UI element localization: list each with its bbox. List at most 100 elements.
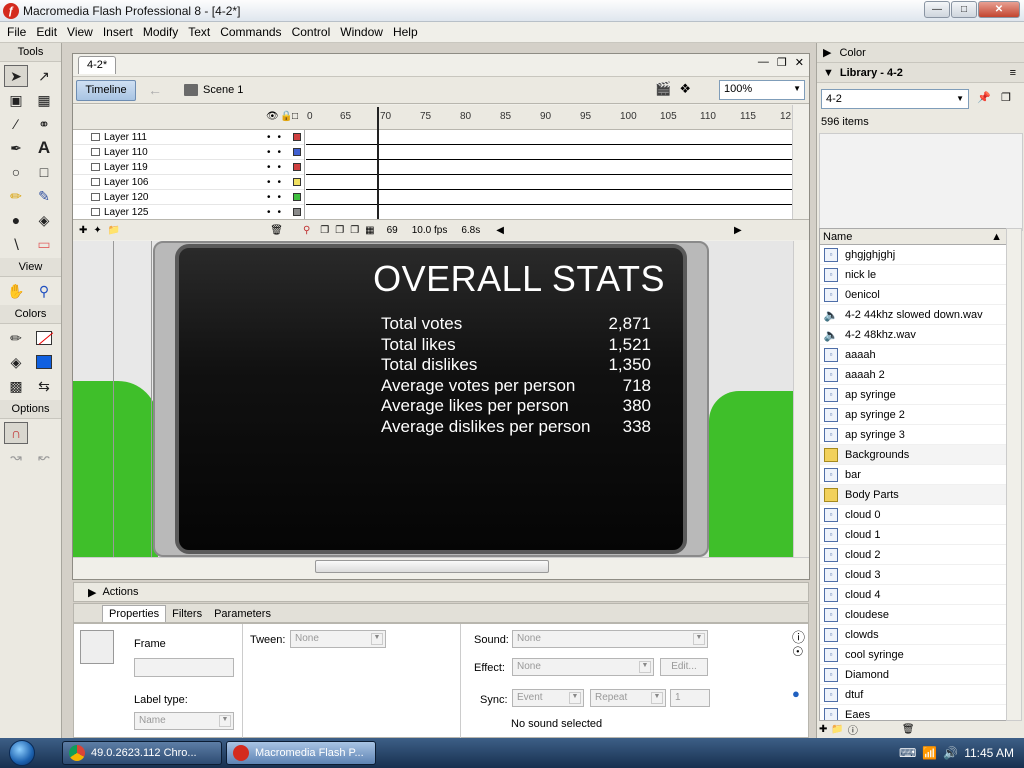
list-item[interactable]: Body Parts xyxy=(820,485,1006,505)
list-item[interactable]: ▫ 0enicol xyxy=(820,285,1006,305)
layer-color-swatch[interactable] xyxy=(293,178,301,186)
list-item[interactable]: ▫ dtuf xyxy=(820,685,1006,705)
layer-toggles[interactable]: •• xyxy=(267,162,288,173)
list-item[interactable]: ▫ cloud 3 xyxy=(820,565,1006,585)
fill-color-swatch[interactable] xyxy=(32,351,56,373)
document-tab[interactable]: 4-2* xyxy=(78,56,117,74)
list-item[interactable]: Backgrounds xyxy=(820,445,1006,465)
scroll-right-icon[interactable]: ▶ xyxy=(734,225,742,236)
layer-row[interactable]: Layer 110 •• xyxy=(73,145,304,160)
list-item[interactable]: ▫ Eaes xyxy=(820,705,1006,720)
outline-icon[interactable]: □ xyxy=(292,111,298,122)
clock[interactable]: 11:45 AM xyxy=(964,746,1014,760)
timeline-button[interactable]: Timeline xyxy=(76,79,136,101)
keyboard-icon[interactable]: ⌨ xyxy=(899,746,916,760)
layer-toggles[interactable]: •• xyxy=(267,147,288,158)
library-scrollbar[interactable] xyxy=(1006,228,1022,721)
menu-window[interactable]: Window xyxy=(335,25,388,39)
list-item[interactable]: ▫ bar xyxy=(820,465,1006,485)
fill-color-icon[interactable]: ◈ xyxy=(4,351,28,373)
layer-row[interactable]: Layer 119 •• xyxy=(73,160,304,175)
menu-control[interactable]: Control xyxy=(287,25,336,39)
swap-colors-icon[interactable]: ⇆ xyxy=(32,375,56,397)
list-item[interactable]: ▫ cloud 2 xyxy=(820,545,1006,565)
timeline-scrollbar[interactable] xyxy=(792,105,809,219)
label-type-select[interactable]: Name ▼ xyxy=(134,712,234,730)
tween-select[interactable]: None ▼ xyxy=(290,630,386,648)
edit-scene-icon[interactable]: 🎬 xyxy=(655,81,671,97)
frame-row[interactable] xyxy=(306,130,793,145)
layer-row[interactable]: Layer 125 •• xyxy=(73,205,304,220)
list-item[interactable]: ▫ cloud 0 xyxy=(820,505,1006,525)
layer-toggles[interactable]: •• xyxy=(267,207,288,218)
network-icon[interactable]: 📶 xyxy=(922,746,937,760)
accessibility-icon[interactable]: ● xyxy=(792,686,800,701)
insert-layer-icon[interactable]: ✚ xyxy=(79,225,87,236)
text-tool-icon[interactable]: A xyxy=(32,137,56,159)
frames-area[interactable] xyxy=(306,130,793,221)
subselection-tool-icon[interactable]: ↗ xyxy=(32,65,56,87)
line-tool-icon[interactable]: ∕ xyxy=(4,113,28,135)
new-library-panel-icon[interactable]: ❐ xyxy=(1001,91,1011,104)
scene-breadcrumb[interactable]: Scene 1 xyxy=(184,84,243,96)
eye-icon[interactable]: 👁 xyxy=(266,111,279,122)
menu-modify[interactable]: Modify xyxy=(138,25,183,39)
edit-symbol-icon[interactable]: ❖ xyxy=(679,81,691,97)
menu-commands[interactable]: Commands xyxy=(215,25,286,39)
menu-file[interactable]: File xyxy=(2,25,31,39)
zoom-select[interactable]: 100% ▼ xyxy=(719,80,805,100)
free-transform-tool-icon[interactable]: ▣ xyxy=(4,89,28,111)
list-item[interactable]: ▫ cloud 1 xyxy=(820,525,1006,545)
list-item[interactable]: ▫ ap syringe 2 xyxy=(820,405,1006,425)
rectangle-tool-icon[interactable]: □ xyxy=(32,161,56,183)
list-item[interactable]: ▫ cloud 4 xyxy=(820,585,1006,605)
menu-insert[interactable]: Insert xyxy=(98,25,138,39)
frame-name-input[interactable] xyxy=(134,658,234,677)
doc-close-icon[interactable]: ✕ xyxy=(795,56,804,69)
layer-toggles[interactable]: •• xyxy=(267,132,288,143)
ink-bottle-tool-icon[interactable]: ● xyxy=(4,209,28,231)
library-panel-header[interactable]: ▼ Library - 4-2 ≡ xyxy=(817,63,1024,83)
task-flash[interactable]: Macromedia Flash P... xyxy=(226,741,376,765)
frame-row[interactable] xyxy=(306,205,793,220)
column-header-name[interactable]: Name ▲ xyxy=(820,229,1006,245)
list-item[interactable]: ▫ ghgjghjghj xyxy=(820,245,1006,265)
lasso-tool-icon[interactable]: ⚭ xyxy=(32,113,56,135)
list-item[interactable]: ▫ cool syringe xyxy=(820,645,1006,665)
playhead[interactable] xyxy=(377,107,379,219)
tab-filters[interactable]: Filters xyxy=(166,606,208,622)
library-select[interactable]: 4-2 ▼ xyxy=(821,89,969,109)
eraser-tool-icon[interactable]: ▭ xyxy=(32,233,56,255)
black-white-icon[interactable]: ▩ xyxy=(4,375,28,397)
layer-row[interactable]: Layer 106 •• xyxy=(73,175,304,190)
list-item[interactable]: 🔈 4-2 48khz.wav xyxy=(820,325,1006,345)
maximize-button[interactable]: □ xyxy=(951,1,977,18)
repeat-count-input[interactable]: 1 xyxy=(670,689,710,707)
menu-edit[interactable]: Edit xyxy=(31,25,62,39)
pencil-tool-icon[interactable]: ✏ xyxy=(4,185,28,207)
options-menu-icon[interactable]: ≡ xyxy=(1010,67,1016,79)
minimize-button[interactable]: — xyxy=(924,1,950,18)
doc-minimize-icon[interactable]: — xyxy=(758,56,769,69)
tab-properties[interactable]: Properties xyxy=(102,605,167,622)
list-item[interactable]: ▫ Diamond xyxy=(820,665,1006,685)
list-item[interactable]: ▫ nick le xyxy=(820,265,1006,285)
layer-row[interactable]: Layer 120 •• xyxy=(73,190,304,205)
edit-symbol-icon[interactable]: ☉ xyxy=(792,644,804,660)
back-arrow-icon[interactable]: ← xyxy=(148,82,162,98)
modify-markers-icon[interactable]: ▦ xyxy=(365,225,374,236)
snap-magnet-icon[interactable]: ∩ xyxy=(4,422,28,444)
edit-multiple-frames-icon[interactable]: ❐ xyxy=(350,225,359,236)
eyedropper-tool-icon[interactable]: ∖ xyxy=(4,233,28,255)
onion-outline-icon[interactable]: ❐ xyxy=(335,225,344,236)
selection-tool-icon[interactable]: ➤ xyxy=(4,65,28,87)
pin-library-icon[interactable]: 📌 xyxy=(977,91,991,104)
frame-rate[interactable]: 10.0 fps xyxy=(412,225,448,236)
actions-panel-header[interactable]: ▶ Actions xyxy=(73,582,809,602)
menu-help[interactable]: Help xyxy=(388,25,423,39)
tab-parameters[interactable]: Parameters xyxy=(208,606,277,622)
scroll-left-icon[interactable]: ◀ xyxy=(496,225,504,236)
frame-row[interactable] xyxy=(306,160,793,175)
repeat-select[interactable]: Repeat ▼ xyxy=(590,689,666,707)
add-guide-icon[interactable]: ✦ xyxy=(93,225,101,236)
